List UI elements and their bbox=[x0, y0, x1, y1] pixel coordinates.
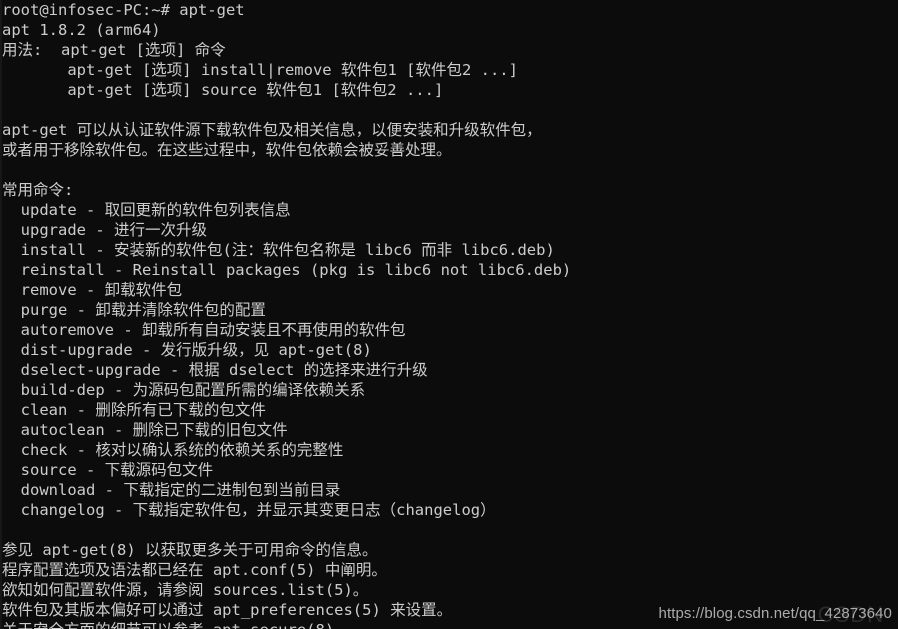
terminal-line: upgrade - 进行一次升级 bbox=[2, 221, 207, 239]
terminal-line: root@infosec-PC:~# apt-get bbox=[2, 1, 245, 19]
terminal-line: 用法: apt-get [选项] 命令 bbox=[2, 41, 226, 59]
terminal-line: update - 取回更新的软件包列表信息 bbox=[2, 201, 291, 219]
terminal-line: autoclean - 删除已下载的旧包文件 bbox=[2, 421, 288, 439]
terminal-line: 常用命令: bbox=[2, 181, 74, 199]
terminal-line: download - 下载指定的二进制包到当前目录 bbox=[2, 481, 341, 499]
terminal-line: clean - 删除所有已下载的包文件 bbox=[2, 401, 266, 419]
terminal-line: autoremove - 卸载所有自动安装且不再使用的软件包 bbox=[2, 321, 406, 339]
terminal-line: purge - 卸载并清除软件包的配置 bbox=[2, 301, 266, 319]
terminal-screen[interactable]: root@infosec-PC:~# apt-get apt 1.8.2 (ar… bbox=[2, 0, 898, 629]
terminal-line: build-dep - 为源码包配置所需的编译依赖关系 bbox=[2, 381, 366, 399]
terminal-line: reinstall - Reinstall packages (pkg is l… bbox=[2, 261, 572, 279]
terminal-line: 或者用于移除软件包。在这些过程中，软件包依赖会被妥善处理。 bbox=[2, 141, 452, 159]
blog-url-watermark: https://blog.csdn.net/qq_42873640 bbox=[658, 605, 892, 622]
terminal-line: dist-upgrade - 发行版升级，见 apt-get(8) bbox=[2, 341, 372, 359]
terminal-line: 程序配置选项及语法都已经在 apt.conf(5) 中阐明。 bbox=[2, 561, 387, 579]
terminal-line: install - 安装新的软件包(注：软件包名称是 libc6 而非 libc… bbox=[2, 241, 555, 259]
terminal-line: changelog - 下载指定软件包，并显示其变更日志（changelog） bbox=[2, 501, 496, 519]
terminal-line: 参见 apt-get(8) 以获取更多关于可用命令的信息。 bbox=[2, 541, 378, 559]
terminal-line: apt 1.8.2 (arm64) bbox=[2, 21, 161, 39]
terminal-window[interactable]: root@infosec-PC:~# apt-get apt 1.8.2 (ar… bbox=[0, 0, 898, 629]
terminal-line: apt-get [选项] install|remove 软件包1 [软件包2 .… bbox=[2, 61, 518, 79]
terminal-line: dselect-upgrade - 根据 dselect 的选择来进行升级 bbox=[2, 361, 428, 379]
terminal-line: 欲知如何配置软件源，请参阅 sources.list(5)。 bbox=[2, 581, 369, 599]
terminal-line: source - 下载源码包文件 bbox=[2, 461, 214, 479]
terminal-line: remove - 卸载软件包 bbox=[2, 281, 183, 299]
terminal-line: apt-get [选项] source 软件包1 [软件包2 ...] bbox=[2, 81, 444, 99]
terminal-line: apt-get 可以从认证软件源下载软件包及相关信息，以便安装和升级软件包， bbox=[2, 121, 542, 139]
terminal-line: check - 核对以确认系统的依赖关系的完整性 bbox=[2, 441, 344, 459]
